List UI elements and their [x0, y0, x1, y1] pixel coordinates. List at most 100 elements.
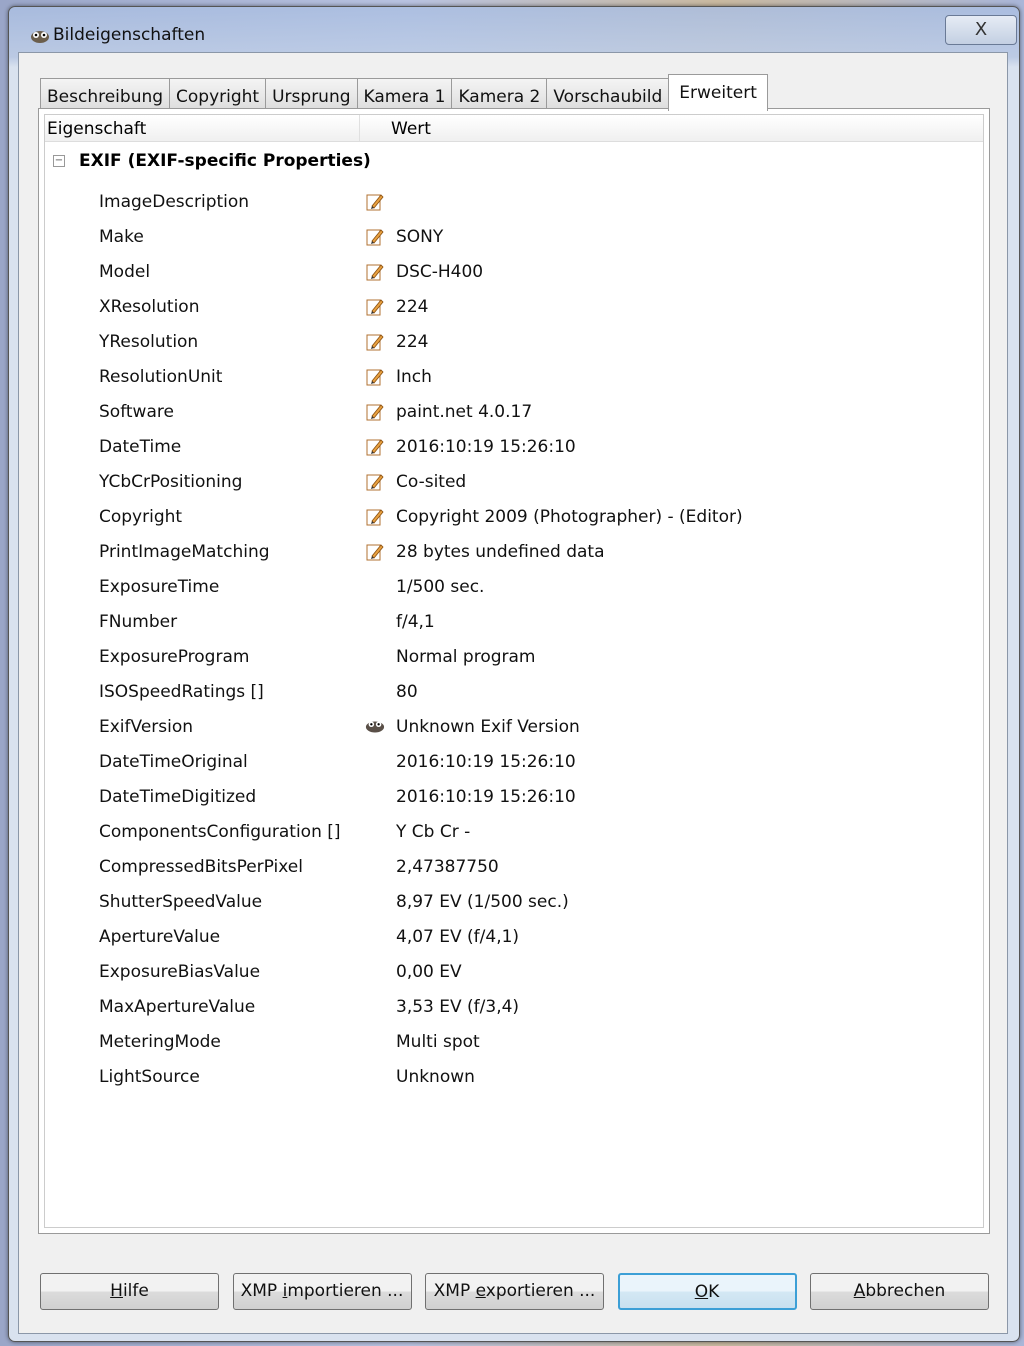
table-row[interactable]: ExposureTime 1/500 sec.	[45, 577, 983, 612]
cancel-button[interactable]: Abbrechen	[810, 1273, 989, 1310]
table-row[interactable]: ComponentsConfiguration [] Y Cb Cr -	[45, 822, 983, 857]
table-row[interactable]: ISOSpeedRatings [] 80	[45, 682, 983, 717]
button-label-rest: ilfe	[122, 1281, 149, 1301]
table-row[interactable]: ResolutionUnit Inch	[45, 367, 983, 402]
table-row[interactable]: DateTime 2016:10:19 15:26:10	[45, 437, 983, 472]
table-row[interactable]: LightSource Unknown	[45, 1067, 983, 1102]
gimp-icon	[31, 31, 49, 43]
property-name: DateTimeDigitized	[99, 787, 257, 807]
table-row[interactable]: CompressedBitsPerPixel 2,47387750	[45, 857, 983, 892]
property-value: Unknown	[396, 1067, 475, 1087]
edit-icon	[365, 297, 385, 317]
property-name: ComponentsConfiguration []	[99, 822, 341, 842]
property-name: ResolutionUnit	[99, 367, 223, 387]
edit-icon	[365, 472, 385, 492]
property-name: PrintImageMatching	[99, 542, 270, 562]
edit-icon	[365, 437, 385, 457]
table-row[interactable]: XResolution 224	[45, 297, 983, 332]
edit-icon	[365, 542, 385, 562]
tab-erweitert[interactable]: Erweitert	[668, 74, 768, 111]
table-row[interactable]: Copyright Copyright 2009 (Photographer) -…	[45, 507, 983, 542]
table-row[interactable]: YResolution 224	[45, 332, 983, 367]
collapse-icon[interactable]: −	[53, 155, 65, 167]
property-tree[interactable]: Eigenschaft Wert − EXIF (EXIF-specific P…	[44, 114, 984, 1228]
table-row[interactable]: ApertureValue 4,07 EV (f/4,1)	[45, 927, 983, 962]
tab-panel: Eigenschaft Wert − EXIF (EXIF-specific P…	[38, 108, 990, 1234]
property-value: 28 bytes undefined data	[396, 542, 605, 562]
edit-icon	[365, 262, 385, 282]
table-row[interactable]: ExifVersion Unknown Exif Version	[45, 717, 983, 752]
property-name: Copyright	[99, 507, 183, 527]
property-value: 2016:10:19 15:26:10	[396, 752, 576, 772]
xmp-import-button[interactable]: XMP importieren ...	[232, 1273, 412, 1310]
column-property[interactable]: Eigenschaft	[47, 119, 146, 139]
button-label-prefix: XMP	[240, 1281, 283, 1301]
table-row[interactable]: ShutterSpeedValue 8,97 EV (1/500 sec.)	[45, 892, 983, 927]
table-row[interactable]: Software paint.net 4.0.17	[45, 402, 983, 437]
table-row[interactable]: Model DSC-H400	[45, 262, 983, 297]
exif-group: − EXIF (EXIF-specific Properties)	[53, 151, 371, 171]
property-value: paint.net 4.0.17	[396, 402, 533, 422]
property-value: DSC-H400	[396, 262, 484, 282]
table-row[interactable]: ExposureBiasValue 0,00 EV	[45, 962, 983, 997]
table-row[interactable]: MaxApertureValue 3,53 EV (f/3,4)	[45, 997, 983, 1032]
edit-icon	[365, 367, 385, 387]
close-button[interactable]: X	[945, 15, 1017, 45]
property-name: ISOSpeedRatings []	[99, 682, 264, 702]
property-value: 2016:10:19 15:26:10	[396, 437, 576, 457]
table-row[interactable]: MeteringMode Multi spot	[45, 1032, 983, 1067]
property-value: Unknown Exif Version	[396, 717, 580, 737]
mnemonic-key: e	[475, 1281, 486, 1301]
property-value: 1/500 sec.	[396, 577, 485, 597]
tab-beschreibung[interactable]: Beschreibung	[40, 78, 171, 111]
property-name: DateTime	[99, 437, 182, 457]
group-label: EXIF (EXIF-specific Properties)	[79, 151, 371, 171]
tab-kamera-1[interactable]: Kamera 1	[356, 78, 453, 111]
button-label-rest: K	[708, 1282, 720, 1302]
property-value: 80	[396, 682, 418, 702]
table-row[interactable]: ImageDescription	[45, 192, 983, 227]
window-title: Bildeigenschaften	[53, 25, 206, 45]
button-label-prefix: XMP	[433, 1281, 476, 1301]
tab-ursprung[interactable]: Ursprung	[265, 78, 358, 111]
property-name: MaxApertureValue	[99, 997, 256, 1017]
table-row[interactable]: FNumber f/4,1	[45, 612, 983, 647]
tab-kamera-2[interactable]: Kamera 2	[451, 78, 548, 111]
xmp-export-button[interactable]: XMP exportieren ...	[425, 1273, 604, 1310]
table-row[interactable]: YCbCrPositioning Co-sited	[45, 472, 983, 507]
table-row[interactable]: DateTimeOriginal 2016:10:19 15:26:10	[45, 752, 983, 787]
tab-copyright[interactable]: Copyright	[169, 78, 267, 111]
property-name: ExifVersion	[99, 717, 194, 737]
property-value: 224	[396, 297, 429, 317]
property-name: Model	[99, 262, 151, 282]
help-button[interactable]: Hilfe	[40, 1273, 219, 1310]
property-value: f/4,1	[396, 612, 435, 632]
edit-icon	[365, 192, 385, 212]
table-row[interactable]: Make SONY	[45, 227, 983, 262]
property-value: 8,97 EV (1/500 sec.)	[396, 892, 569, 912]
property-name: ExposureTime	[99, 577, 220, 597]
property-name: Software	[99, 402, 174, 422]
column-value[interactable]: Wert	[391, 119, 431, 139]
tab-bar: Beschreibung Copyright Ursprung Kamera 1 Kam…	[40, 74, 768, 111]
table-row[interactable]: ExposureProgram Normal program	[45, 647, 983, 682]
edit-icon	[365, 402, 385, 422]
table-row[interactable]: PrintImageMatching 28 bytes undefined dat…	[45, 542, 983, 577]
property-name: ApertureValue	[99, 927, 221, 947]
property-name: YResolution	[99, 332, 199, 352]
property-value: Co-sited	[396, 472, 467, 492]
tab-vorschaubild[interactable]: Vorschaubild	[546, 78, 670, 111]
mnemonic-key: H	[110, 1281, 123, 1301]
property-name: ExposureBiasValue	[99, 962, 261, 982]
property-value: 2016:10:19 15:26:10	[396, 787, 576, 807]
property-value: Normal program	[396, 647, 536, 667]
property-value: SONY	[396, 227, 444, 247]
property-name: XResolution	[99, 297, 200, 317]
property-value: 0,00 EV	[396, 962, 462, 982]
ok-button[interactable]: OK	[617, 1273, 797, 1310]
property-name: DateTimeOriginal	[99, 752, 248, 772]
table-row[interactable]: DateTimeDigitized 2016:10:19 15:26:10	[45, 787, 983, 822]
property-name: ImageDescription	[99, 192, 250, 212]
edit-icon	[365, 227, 385, 247]
property-value: Y Cb Cr -	[396, 822, 471, 842]
